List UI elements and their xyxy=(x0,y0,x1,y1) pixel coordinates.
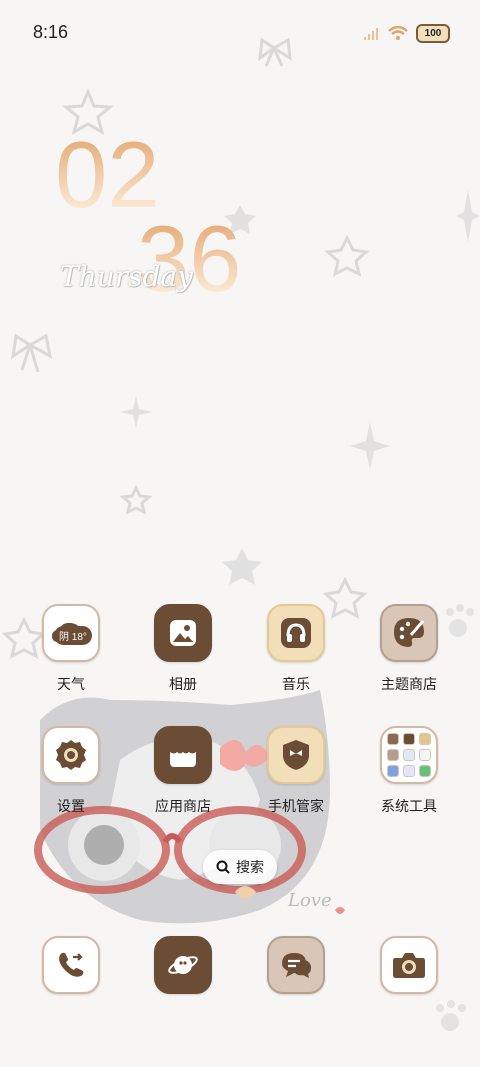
palette-icon xyxy=(394,618,425,647)
weather-temperature: 18° xyxy=(71,632,87,643)
photo-icon xyxy=(170,620,196,646)
status-icons: 100 xyxy=(364,24,450,43)
dock-camera[interactable] xyxy=(354,936,464,994)
app-music[interactable]: 音乐 xyxy=(241,604,351,694)
dock-browser[interactable] xyxy=(128,936,238,994)
signal-icon xyxy=(364,27,378,40)
gear-icon xyxy=(56,740,86,770)
app-theme-store[interactable]: 主题商店 xyxy=(354,604,464,694)
search-label: 搜索 xyxy=(236,860,264,876)
mini-app-icon xyxy=(403,749,415,761)
search-button[interactable]: 搜索 xyxy=(203,850,277,884)
music-icon[interactable] xyxy=(267,604,325,662)
mini-app-icon xyxy=(419,765,431,777)
mini-app-icon xyxy=(387,765,399,777)
gallery-icon[interactable] xyxy=(154,604,212,662)
mini-app-icon xyxy=(403,733,415,745)
app-label: 系统工具 xyxy=(381,799,437,815)
dock xyxy=(0,936,480,998)
battery-icon: 100 xyxy=(416,24,450,43)
folder-preview xyxy=(387,733,431,777)
mini-app-icon xyxy=(403,765,415,777)
app-label: 应用商店 xyxy=(155,799,211,815)
settings-icon[interactable] xyxy=(42,726,100,784)
system-tools-folder-icon[interactable] xyxy=(380,726,438,784)
app-label: 相册 xyxy=(169,677,197,693)
sparkle-icon xyxy=(456,190,480,242)
app-settings[interactable]: 设置 xyxy=(16,726,126,816)
sparkle-icon xyxy=(120,396,152,428)
clock-widget[interactable]: 02 36 Thursday xyxy=(55,128,275,308)
camera-icon[interactable] xyxy=(380,936,438,994)
dock-phone[interactable] xyxy=(16,936,126,994)
app-label: 设置 xyxy=(57,799,85,815)
app-gallery[interactable]: 相册 xyxy=(128,604,238,694)
dock-messages[interactable] xyxy=(241,936,351,994)
battery-level: 100 xyxy=(424,28,442,39)
shield-icon xyxy=(283,740,309,770)
messages-icon[interactable] xyxy=(267,936,325,994)
search-icon xyxy=(216,860,230,874)
browser-icon[interactable] xyxy=(154,936,212,994)
bow-icon xyxy=(11,333,53,373)
weather-condition: 阴 xyxy=(59,632,69,643)
wifi-icon xyxy=(388,26,408,40)
chat-bubble-icon xyxy=(282,953,311,978)
app-phone-manager[interactable]: 手机管家 xyxy=(241,726,351,816)
weather-icon[interactable]: 阴 18° xyxy=(42,604,100,662)
app-system-tools[interactable]: 系统工具 xyxy=(354,726,464,816)
mini-app-icon xyxy=(387,749,399,761)
sparkle-icon xyxy=(350,422,390,470)
app-label: 天气 xyxy=(57,677,85,693)
status-bar: 8:16 100 xyxy=(0,0,480,60)
mini-app-icon xyxy=(419,733,431,745)
star-outline-icon xyxy=(119,484,153,515)
app-label: 音乐 xyxy=(282,677,310,693)
app-label: 主题商店 xyxy=(381,677,437,693)
app-store-icon[interactable] xyxy=(154,726,212,784)
app-weather[interactable]: 阴 18° 天气 xyxy=(16,604,126,694)
star-outline-icon xyxy=(324,234,370,277)
svg-text:Love: Love xyxy=(287,890,332,911)
weather-mini-badge: 阴 18° xyxy=(54,626,92,645)
status-time: 8:16 xyxy=(33,22,69,42)
app-app-store[interactable]: 应用商店 xyxy=(128,726,238,816)
store-icon xyxy=(170,745,196,767)
clock-weekday: Thursday xyxy=(60,260,193,293)
mini-app-icon xyxy=(419,749,431,761)
camera-body-icon xyxy=(393,953,425,978)
headphones-icon xyxy=(281,618,311,648)
theme-store-icon[interactable] xyxy=(380,604,438,662)
phone-icon[interactable] xyxy=(42,936,100,994)
app-label: 手机管家 xyxy=(268,799,324,815)
planet-icon xyxy=(168,956,198,974)
phone-manager-icon[interactable] xyxy=(267,726,325,784)
phone-forward-icon xyxy=(59,952,84,977)
star-filled-icon xyxy=(222,548,262,585)
mini-app-icon xyxy=(387,733,399,745)
